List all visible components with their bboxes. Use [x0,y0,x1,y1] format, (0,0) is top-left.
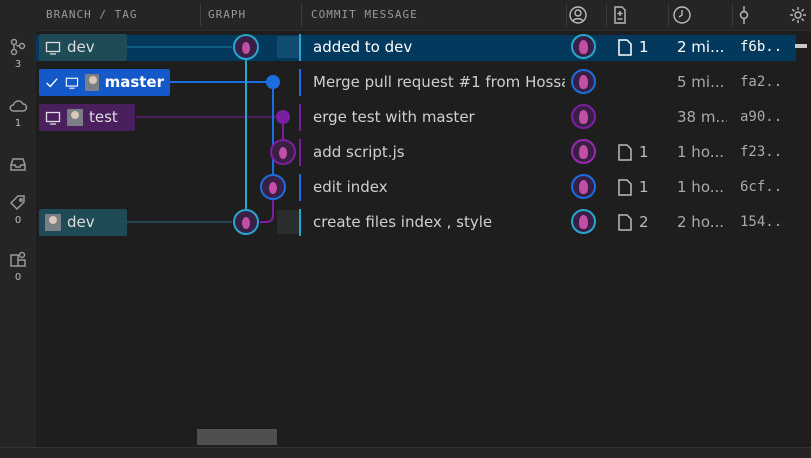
commit-row[interactable]: create files index , style 2 2 ho... 154… [36,205,811,240]
commit-row[interactable]: erge test with master 38 m... a90... [36,100,811,135]
settings-gear-icon[interactable] [788,5,808,25]
commit-date: 2 ho... [677,213,725,231]
author-avatar[interactable] [571,209,596,234]
commit-message: edit index [313,178,388,196]
worktrees-count: 0 [14,272,22,283]
branches-activity[interactable]: 3 [0,37,36,70]
commit-graph-panel: BRANCH / TAG GRAPH COMMIT MESSAGE dev ma… [36,0,811,457]
file-icon [618,214,632,231]
branches-count: 3 [14,59,22,70]
commit-sha: 154... [740,214,782,230]
author-avatar[interactable] [571,139,596,164]
file-icon [618,39,632,56]
changed-files-count: 1 [639,143,649,161]
worktree-icon [10,251,26,267]
lane-marker [299,34,301,61]
branches-icon [10,38,26,56]
remotes-count: 1 [14,118,22,129]
graph-column-header[interactable]: GRAPH [208,0,246,30]
author-avatar[interactable] [571,34,596,59]
author-column-icon[interactable] [568,5,588,25]
commit-sha: fa2... [740,74,782,90]
lane-marker [299,69,301,96]
worktrees-activity[interactable]: 0 [0,250,36,283]
stashes-activity[interactable] [0,154,36,174]
column-divider[interactable] [566,4,567,26]
horizontal-scrollbar-thumb[interactable] [197,429,277,445]
changes-column-icon[interactable] [610,5,630,25]
tags-count: 0 [14,215,22,226]
commit-sha: 6cf... [740,179,782,195]
commit-sha: f6b... [740,39,782,55]
commit-row[interactable]: add script.js 1 1 ho... f23... [36,135,811,170]
changed-files-count: 2 [639,213,649,231]
column-divider[interactable] [606,4,607,26]
changed-files-count: 1 [639,38,649,56]
commit-sha: a90... [740,109,782,125]
commit-message: Merge pull request #1 from HossamAs [313,73,565,91]
column-divider[interactable] [732,4,733,26]
file-icon [618,179,632,196]
lane-marker [299,209,301,236]
author-avatar[interactable] [571,174,596,199]
panel-bottom-border [0,447,811,458]
column-divider[interactable] [200,4,201,26]
commit-message: create files index , style [313,213,493,231]
lane-marker [299,174,301,201]
cloud-remote-icon [9,100,28,112]
commit-message-column-header[interactable]: COMMIT MESSAGE [311,0,418,30]
commit-message: add script.js [313,143,405,161]
column-divider[interactable] [301,4,302,26]
commit-date: 5 mi... [677,73,725,91]
file-icon [618,144,632,161]
activity-bar: 3 1 0 0 [0,0,37,457]
changed-files-count: 1 [639,178,649,196]
commit-date: 1 ho... [677,178,725,196]
author-avatar[interactable] [571,104,596,129]
commit-row[interactable]: Merge pull request #1 from HossamAs 5 mi… [36,65,811,100]
commit-date: 1 ho... [677,143,725,161]
commit-date: 38 m... [677,108,727,126]
commit-sha: f23... [740,144,782,160]
graph-header: BRANCH / TAG GRAPH COMMIT MESSAGE [36,0,811,31]
commit-row[interactable]: added to dev 1 2 mi... f6b... [36,30,811,65]
author-avatar[interactable] [571,69,596,94]
commit-row[interactable]: edit index 1 1 ho... 6cf... [36,170,811,205]
date-column-icon[interactable] [672,5,692,25]
commit-sha-column-icon[interactable] [734,5,754,25]
commit-message: added to dev [313,38,413,56]
stash-inbox-icon [10,158,26,171]
lane-marker [299,139,301,166]
tag-icon [9,195,25,211]
column-divider[interactable] [668,4,669,26]
tags-activity[interactable]: 0 [0,193,36,226]
branch-tag-column-header[interactable]: BRANCH / TAG [46,0,137,30]
remotes-activity[interactable]: 1 [0,96,36,129]
lane-marker [299,104,301,131]
vertical-scroll-indicator[interactable] [795,44,807,48]
commit-message: erge test with master [313,108,475,126]
commit-date: 2 mi... [677,38,725,56]
